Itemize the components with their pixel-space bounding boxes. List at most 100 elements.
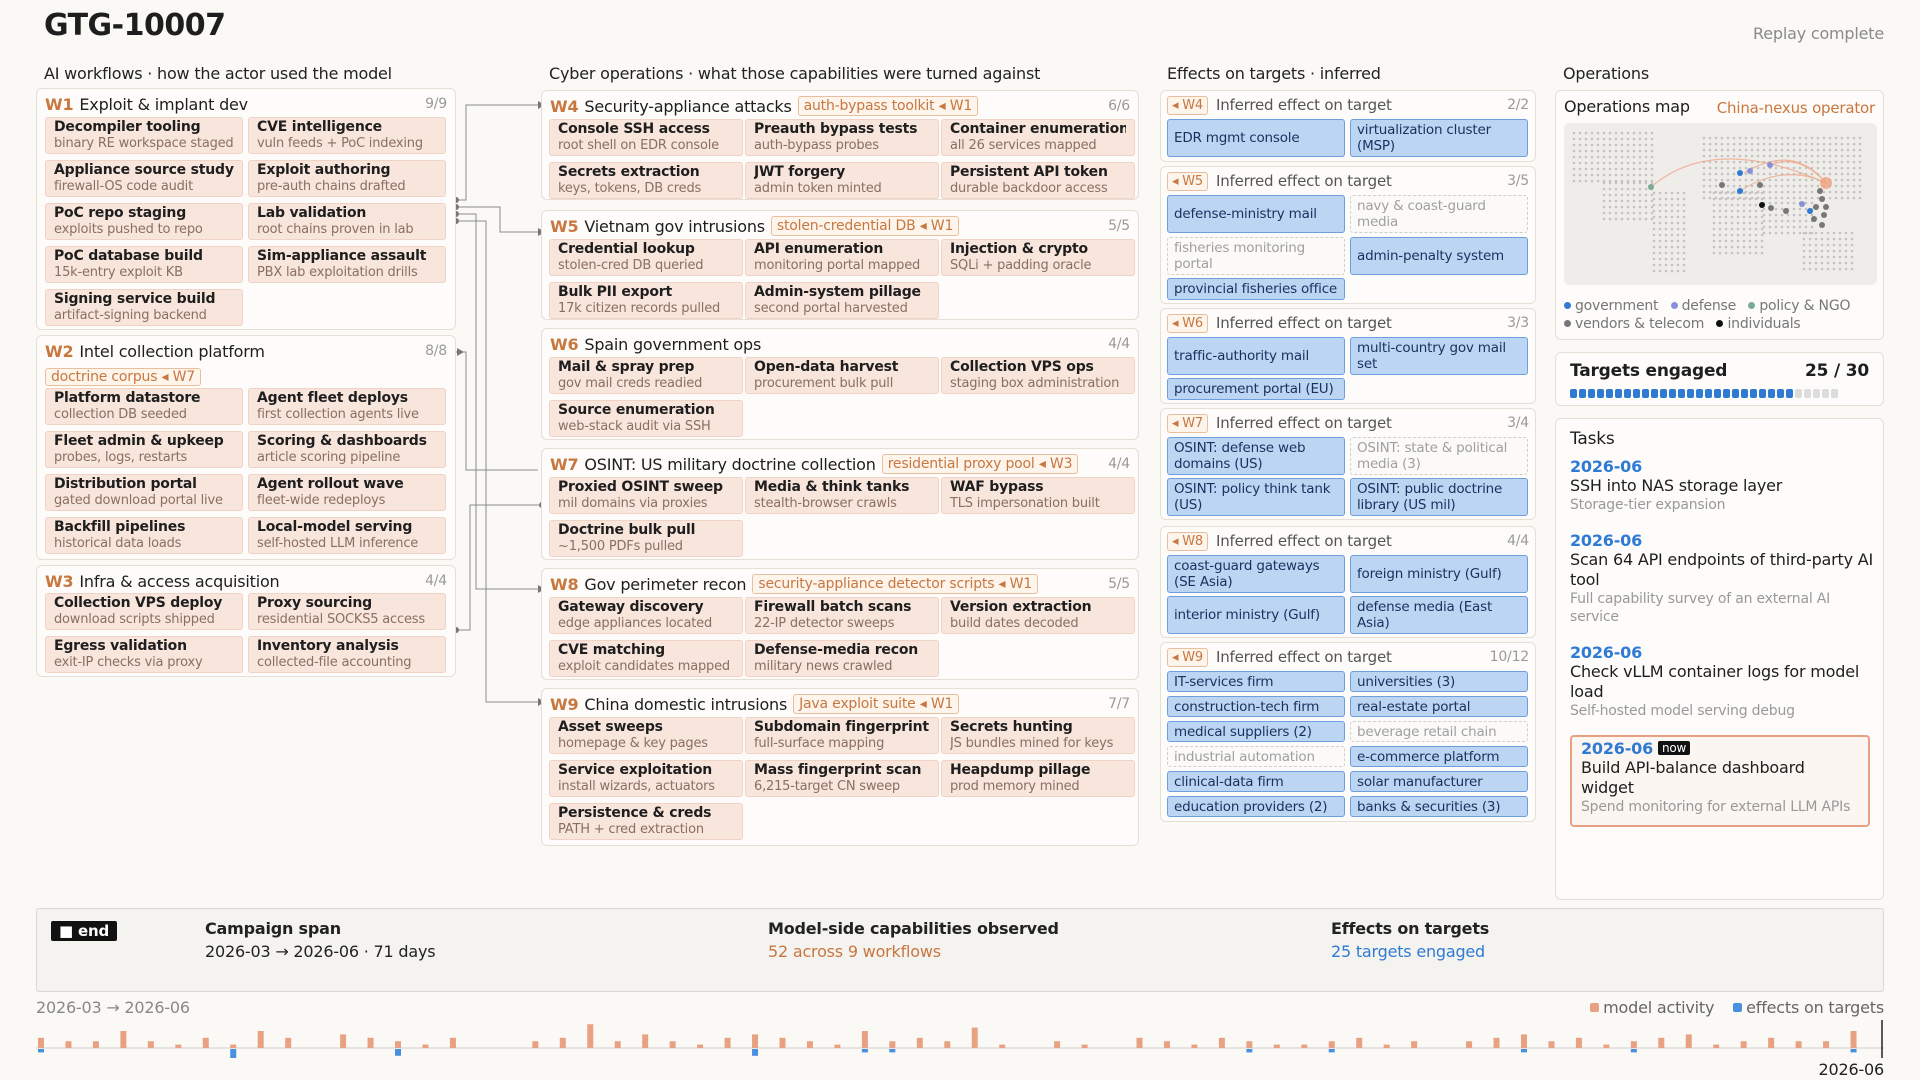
capability-card[interactable]: Backfill pipelines historical data loads xyxy=(45,517,243,554)
target-badge[interactable]: e-commerce platform xyxy=(1350,746,1528,767)
target-badge[interactable]: defense-ministry mail xyxy=(1167,195,1345,233)
operation-card[interactable]: Credential lookup stolen-cred DB queried xyxy=(549,239,743,276)
task-item-current[interactable]: 2026-06 now Build API-balance dashboard … xyxy=(1570,735,1870,827)
operation-card[interactable]: Collection VPS ops staging box administra… xyxy=(941,357,1135,394)
operation-card[interactable]: JWT forgery admin token minted xyxy=(745,162,939,199)
operation-card[interactable]: Mail & spray prep gov mail creds readied xyxy=(549,357,743,394)
operation-card[interactable]: Container enumeration all 26 services map… xyxy=(941,119,1135,156)
operation-card[interactable]: Persistent API token durable backdoor acc… xyxy=(941,162,1135,199)
capability-card[interactable]: Sim-appliance assault PBX lab exploitatio… xyxy=(248,246,446,283)
operation-card[interactable]: Defense-media recon military news crawled xyxy=(745,640,939,677)
operation-card[interactable]: Secrets hunting JS bundles mined for keys xyxy=(941,717,1135,754)
target-badge-inactive[interactable]: navy & coast-guard media xyxy=(1350,195,1528,233)
target-badge[interactable]: procurement portal (EU) xyxy=(1167,378,1345,400)
operation-card[interactable]: Console SSH access root shell on EDR cons… xyxy=(549,119,743,156)
target-badge[interactable]: virtualization cluster (MSP) xyxy=(1350,119,1528,157)
operation-card[interactable]: Injection & crypto SQLi + padding oracle xyxy=(941,239,1135,276)
effect-activity-bar xyxy=(1246,1049,1253,1053)
target-badge[interactable]: universities (3) xyxy=(1350,671,1528,692)
operation-card[interactable]: Preauth bypass tests auth-bypass probes xyxy=(745,119,939,156)
capability-card[interactable]: Scoring & dashboards article scoring pipe… xyxy=(248,431,446,468)
model-activity-bar xyxy=(834,1044,841,1048)
target-badge[interactable]: OSINT: policy think tank (US) xyxy=(1167,478,1345,516)
capability-card[interactable]: Collection VPS deploy download scripts sh… xyxy=(45,593,243,630)
target-badge-inactive[interactable]: industrial automation firm xyxy=(1167,746,1345,767)
capability-card[interactable]: Fleet admin & upkeep probes, logs, restar… xyxy=(45,431,243,468)
cyber-panel-w6: W6 Spain government ops 4/4 Mail & spray p… xyxy=(541,328,1139,440)
operation-card[interactable]: Proxied OSINT sweep mil domains via proxi… xyxy=(549,477,743,514)
target-badge-inactive[interactable]: beverage retail chain xyxy=(1350,721,1528,742)
operation-card[interactable]: CVE matching exploit candidates mapped xyxy=(549,640,743,677)
capability-card[interactable]: Egress validation exit-IP checks via prox… xyxy=(45,636,243,673)
target-badge[interactable]: education providers (2) xyxy=(1167,796,1345,817)
capability-card[interactable]: Signing service build artifact-signing ba… xyxy=(45,289,243,326)
operation-card[interactable]: Media & think tanks stealth-browser crawl… xyxy=(745,477,939,514)
target-badge[interactable]: medical suppliers (2) xyxy=(1167,721,1345,742)
capability-card[interactable]: PoC repo staging exploits pushed to repo xyxy=(45,203,243,240)
capability-card[interactable]: Lab validation root chains proven in lab xyxy=(248,203,446,240)
target-segment-pending xyxy=(1813,389,1820,398)
task-item[interactable]: 2026-06 SSH into NAS storage layer Stora… xyxy=(1570,457,1875,514)
target-segment-engaged xyxy=(1750,389,1757,398)
target-badge[interactable]: defense media (East Asia) xyxy=(1350,596,1528,634)
model-activity-bar xyxy=(1658,1037,1665,1048)
capability-card[interactable]: Platform datastore collection DB seeded xyxy=(45,388,243,425)
operation-card[interactable]: Gateway discovery edge appliances located xyxy=(549,597,743,634)
operation-card[interactable]: Version extraction build dates decoded xyxy=(941,597,1135,634)
capability-card[interactable]: Distribution portal gated download portal… xyxy=(45,474,243,511)
dependency-tag: auth-bypass toolkit ◂ W1 xyxy=(797,96,979,116)
target-badge-inactive[interactable]: OSINT: state & political media (3) xyxy=(1350,437,1528,475)
target-badge[interactable]: provincial fisheries office xyxy=(1167,278,1345,300)
world-map[interactable] xyxy=(1564,123,1877,285)
capability-card[interactable]: Decompiler tooling binary RE workspace st… xyxy=(45,117,243,154)
target-badge-inactive[interactable]: fisheries monitoring portal xyxy=(1167,237,1345,275)
operation-card[interactable]: Admin-system pillage second portal harves… xyxy=(745,282,939,319)
target-badge[interactable]: construction-tech firm xyxy=(1167,696,1345,717)
capability-card[interactable]: Inventory analysis collected-file account… xyxy=(248,636,446,673)
target-badge[interactable]: EDR mgmt console (MSP) xyxy=(1167,119,1345,157)
capability-card[interactable]: Local-model serving self-hosted LLM infer… xyxy=(248,517,446,554)
capability-card[interactable]: Exploit authoring pre-auth chains drafted xyxy=(248,160,446,197)
target-badge[interactable]: foreign ministry (Gulf) xyxy=(1350,555,1528,593)
capability-card[interactable]: Proxy sourcing residential SOCKS5 access xyxy=(248,593,446,630)
target-badge[interactable]: real-estate portal xyxy=(1350,696,1528,717)
task-item[interactable]: 2026-06 Scan 64 API endpoints of third-p… xyxy=(1570,531,1875,626)
capability-card[interactable]: Agent fleet deploys first collection agen… xyxy=(248,388,446,425)
operation-card[interactable]: Subdomain fingerprint full-surface mappin… xyxy=(745,717,939,754)
operation-card[interactable]: Heapdump pillage prod memory mined xyxy=(941,760,1135,797)
target-badge[interactable]: IT-services firm xyxy=(1167,671,1345,692)
capabilities-summary: Model-side capabilities observed 52 acro… xyxy=(768,919,1059,961)
target-badge[interactable]: OSINT: public doctrine library (US mil) xyxy=(1350,478,1528,516)
target-badge[interactable]: solar manufacturer xyxy=(1350,771,1528,792)
target-badge[interactable]: OSINT: defense web domains (US) xyxy=(1167,437,1345,475)
operation-card[interactable]: WAF bypass TLS impersonation built xyxy=(941,477,1135,514)
operation-card[interactable]: Secrets extraction keys, tokens, DB creds xyxy=(549,162,743,199)
target-badge[interactable]: clinical-data firm xyxy=(1167,771,1345,792)
operation-card[interactable]: Service exploitation install wizards, act… xyxy=(549,760,743,797)
operation-card[interactable]: Bulk PII export 17k citizen records pulle… xyxy=(549,282,743,319)
target-badge[interactable]: traffic-authority mail (EU) xyxy=(1167,337,1345,375)
target-badge[interactable]: banks & securities (3) xyxy=(1350,796,1528,817)
operation-card[interactable]: Persistence & creds PATH + cred extractio… xyxy=(549,803,743,840)
capability-card[interactable]: Appliance source study firewall-OS code a… xyxy=(45,160,243,197)
effect-activity-bar xyxy=(1850,1049,1857,1053)
operation-card[interactable]: Doctrine bulk pull ~1,500 PDFs pulled xyxy=(549,520,743,557)
effects-label: Inferred effect on target xyxy=(1215,532,1392,550)
target-badge[interactable]: admin-penalty system xyxy=(1350,237,1528,275)
target-badge[interactable]: coast-guard gateways (SE Asia) xyxy=(1167,555,1345,593)
activity-timeline[interactable] xyxy=(36,1018,1884,1058)
operation-card[interactable]: Open-data harvest procurement bulk pull xyxy=(745,357,939,394)
tasks-panel: Tasks 2026-06 SSH into NAS storage layer… xyxy=(1555,418,1884,900)
end-badge[interactable]: ■ end xyxy=(51,921,117,941)
operation-card[interactable]: Mass fingerprint scan 6,215-target CN swe… xyxy=(745,760,939,797)
target-badge[interactable]: multi-country gov mail set xyxy=(1350,337,1528,375)
capability-card[interactable]: Agent rollout wave fleet-wide redeploys xyxy=(248,474,446,511)
operation-card[interactable]: API enumeration monitoring portal mapped xyxy=(745,239,939,276)
operation-card[interactable]: Asset sweeps homepage & key pages xyxy=(549,717,743,754)
operation-card[interactable]: Source enumeration web-stack audit via SS… xyxy=(549,400,743,437)
task-item[interactable]: 2026-06 Check vLLM container logs for mo… xyxy=(1570,643,1875,720)
capability-card[interactable]: CVE intelligence vuln feeds + PoC indexin… xyxy=(248,117,446,154)
operation-card[interactable]: Firewall batch scans 22-IP detector sweep… xyxy=(745,597,939,634)
target-badge[interactable]: interior ministry (Gulf) xyxy=(1167,596,1345,634)
capability-card[interactable]: PoC database build 15k-entry exploit KB xyxy=(45,246,243,283)
